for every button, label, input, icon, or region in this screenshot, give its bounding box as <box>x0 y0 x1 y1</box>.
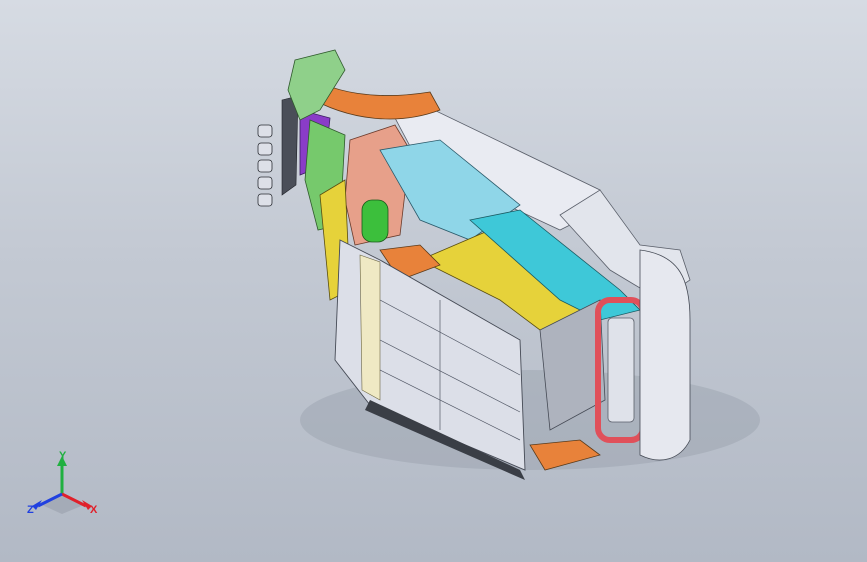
3d-viewport[interactable]: Y X Z <box>0 0 867 562</box>
vehicle-model[interactable] <box>0 0 867 562</box>
rear-vent-grid <box>607 317 635 423</box>
rear-shell-white <box>639 249 691 461</box>
lamp-cluster <box>257 124 273 207</box>
x-axis-label: X <box>90 504 98 516</box>
tank-green <box>361 199 389 243</box>
y-axis-label: Y <box>59 450 67 462</box>
body-stripe-cream <box>359 254 381 401</box>
front-grille-dark <box>281 95 299 196</box>
z-axis-label: Z <box>27 504 34 516</box>
coordinate-triad[interactable]: Y X Z <box>22 448 108 528</box>
